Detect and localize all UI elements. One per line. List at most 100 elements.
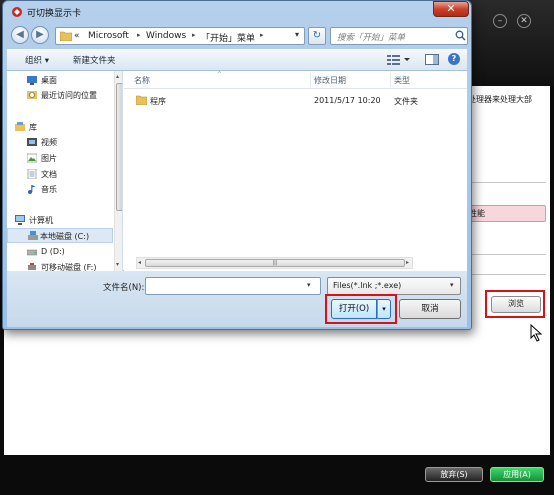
open-options-dropdown[interactable]: ▾ bbox=[377, 299, 391, 319]
search-input[interactable]: 搜索「开始」菜单 bbox=[330, 27, 468, 45]
browse-button[interactable]: 浏览 bbox=[491, 296, 541, 313]
file-type-filter-value: Files(*.lnk ;*.exe) bbox=[333, 281, 402, 290]
scroll-up-arrow[interactable]: ▴ bbox=[116, 73, 119, 80]
forward-button[interactable]: ▶ bbox=[31, 26, 49, 44]
file-type: 文件夹 bbox=[394, 97, 418, 106]
scrollbar-thumb[interactable] bbox=[116, 83, 122, 211]
app-icon bbox=[12, 7, 22, 17]
divider bbox=[460, 254, 546, 255]
nav-item-label: 音乐 bbox=[41, 185, 57, 194]
file-list-item[interactable]: 程序 2011/5/17 10:20 文件夹 bbox=[130, 93, 450, 109]
help-icon[interactable]: ? bbox=[448, 53, 460, 65]
address-bar[interactable]: « Microsoft ▸ Windows ▸ 「开始」菜单 ▸ ▾ bbox=[55, 27, 305, 45]
desktop-icon bbox=[27, 76, 37, 85]
performance-field[interactable]: 性能 bbox=[460, 205, 546, 222]
organize-button[interactable]: 组织 ▾ bbox=[25, 54, 49, 66]
file-modified: 2011/5/17 10:20 bbox=[314, 96, 381, 105]
computer-icon bbox=[15, 215, 25, 225]
address-dropdown-icon[interactable]: ▾ bbox=[295, 30, 299, 39]
drive-icon bbox=[27, 249, 37, 256]
nav-item-label: 可移动磁盘 (F:) bbox=[41, 263, 97, 271]
filename-label: 文件名(N): bbox=[103, 283, 145, 293]
dialog-close-button[interactable]: ✕ bbox=[433, 1, 469, 17]
nav-item-label: 桌面 bbox=[41, 76, 57, 85]
close-app-button[interactable]: ✕ bbox=[517, 14, 531, 28]
dialog-title: 可切换显示卡 bbox=[27, 9, 82, 19]
navigation-pane: 桌面 最近访问的位置 库 视频 图片 文档 音乐 计算机 本地磁盘 (C:) D… bbox=[7, 71, 123, 271]
preview-pane-icon[interactable] bbox=[425, 54, 439, 65]
back-button[interactable]: ◀ bbox=[11, 26, 29, 44]
folder-icon bbox=[136, 95, 147, 105]
nav-item-drive-d[interactable]: D (D:) bbox=[7, 245, 113, 260]
nav-item-documents[interactable]: 文档 bbox=[7, 167, 113, 182]
pictures-icon bbox=[27, 153, 37, 163]
nav-item-removable-disk-f[interactable]: 可移动磁盘 (F:) bbox=[7, 260, 113, 271]
column-divider[interactable] bbox=[310, 73, 311, 87]
divider bbox=[460, 182, 546, 183]
nav-item-pictures[interactable]: 图片 bbox=[7, 151, 113, 166]
sort-indicator-icon: ^ bbox=[217, 71, 223, 78]
breadcrumb-separator[interactable]: ▸ bbox=[137, 31, 141, 39]
breadcrumb-separator[interactable]: ▸ bbox=[192, 31, 196, 39]
mouse-cursor-icon bbox=[530, 324, 543, 342]
folder-icon bbox=[60, 31, 72, 41]
column-name[interactable]: 名称 bbox=[134, 75, 150, 86]
nav-item-recent-places[interactable]: 最近访问的位置 bbox=[7, 88, 113, 103]
nav-item-videos[interactable]: 视频 bbox=[7, 135, 113, 150]
nav-item-desktop[interactable]: 桌面 bbox=[7, 73, 113, 88]
nav-pane-scrollbar[interactable]: ▴ ▾ bbox=[114, 71, 122, 271]
file-name: 程序 bbox=[150, 97, 166, 106]
filename-dropdown-icon[interactable]: ▾ bbox=[307, 281, 311, 289]
open-button[interactable]: 打开(O) bbox=[331, 299, 377, 319]
nav-item-label: 计算机 bbox=[29, 216, 53, 225]
discard-button[interactable]: 放弃(S) bbox=[425, 467, 483, 482]
command-toolbar: 组织 ▾ 新建文件夹 ? bbox=[7, 49, 467, 71]
cancel-button[interactable]: 取消 bbox=[399, 299, 461, 319]
documents-icon bbox=[27, 169, 37, 179]
nav-item-computer[interactable]: 计算机 bbox=[7, 213, 113, 228]
filename-input[interactable] bbox=[145, 277, 321, 295]
dialog-footer: 文件名(N): ▾ Files(*.lnk ;*.exe) ▾ 打开(O) ▾ … bbox=[7, 271, 467, 327]
nav-item-label: 最近访问的位置 bbox=[41, 91, 97, 100]
scroll-left-arrow[interactable]: ◂ bbox=[138, 259, 141, 266]
nav-item-label: 文档 bbox=[41, 170, 57, 179]
column-type[interactable]: 类型 bbox=[394, 75, 410, 86]
divider bbox=[460, 274, 546, 275]
nav-item-label: 视频 bbox=[41, 138, 57, 147]
new-folder-button[interactable]: 新建文件夹 bbox=[73, 54, 116, 66]
search-placeholder: 搜索「开始」菜单 bbox=[337, 33, 406, 43]
dialog-titlebar[interactable]: 可切换显示卡 ✕ bbox=[3, 1, 471, 23]
breadcrumb-microsoft[interactable]: Microsoft bbox=[88, 31, 129, 41]
nav-item-music[interactable]: 音乐 bbox=[7, 182, 113, 197]
apply-button[interactable]: 应用(A) bbox=[490, 467, 544, 482]
breadcrumb-overflow[interactable]: « bbox=[74, 31, 80, 41]
minimize-button[interactable]: – bbox=[493, 14, 507, 28]
open-file-dialog: 可切换显示卡 ✕ ◀ ▶ « Microsoft ▸ Windows ▸ 「开始… bbox=[2, 0, 472, 330]
nav-item-label: 图片 bbox=[41, 154, 57, 163]
column-modified[interactable]: 修改日期 bbox=[314, 75, 346, 86]
library-icon bbox=[15, 122, 25, 131]
refresh-button[interactable]: ↻ bbox=[308, 27, 326, 45]
search-icon[interactable] bbox=[455, 30, 466, 41]
breadcrumb-start-menu[interactable]: 「开始」菜单 bbox=[201, 31, 255, 44]
chevron-down-icon[interactable]: ▾ bbox=[450, 281, 454, 289]
nav-item-label: D (D:) bbox=[41, 247, 65, 256]
nav-item-libraries[interactable]: 库 bbox=[7, 120, 113, 135]
nav-item-local-disk-c[interactable]: 本地磁盘 (C:) bbox=[7, 228, 113, 243]
column-divider[interactable] bbox=[390, 73, 391, 87]
change-view-icon[interactable] bbox=[387, 54, 411, 65]
column-header: 名称 ^ 修改日期 类型 bbox=[124, 71, 467, 89]
horizontal-scrollbar[interactable]: ◂ ||| ▸ bbox=[136, 257, 413, 269]
scroll-down-arrow[interactable]: ▾ bbox=[116, 261, 119, 268]
nav-item-label: 本地磁盘 (C:) bbox=[40, 232, 90, 241]
scrollbar-thumb[interactable]: ||| bbox=[145, 259, 405, 267]
nav-item-label: 库 bbox=[29, 123, 37, 132]
description-text: 块处理器来处理大部 bbox=[460, 95, 532, 104]
breadcrumb-separator[interactable]: ▸ bbox=[260, 31, 264, 39]
file-type-filter[interactable]: Files(*.lnk ;*.exe) ▾ bbox=[327, 277, 461, 295]
removable-disk-icon bbox=[28, 263, 36, 270]
recent-places-icon bbox=[27, 91, 37, 99]
scroll-right-arrow[interactable]: ▸ bbox=[406, 259, 409, 266]
music-icon bbox=[28, 185, 36, 194]
breadcrumb-windows[interactable]: Windows bbox=[146, 31, 186, 41]
